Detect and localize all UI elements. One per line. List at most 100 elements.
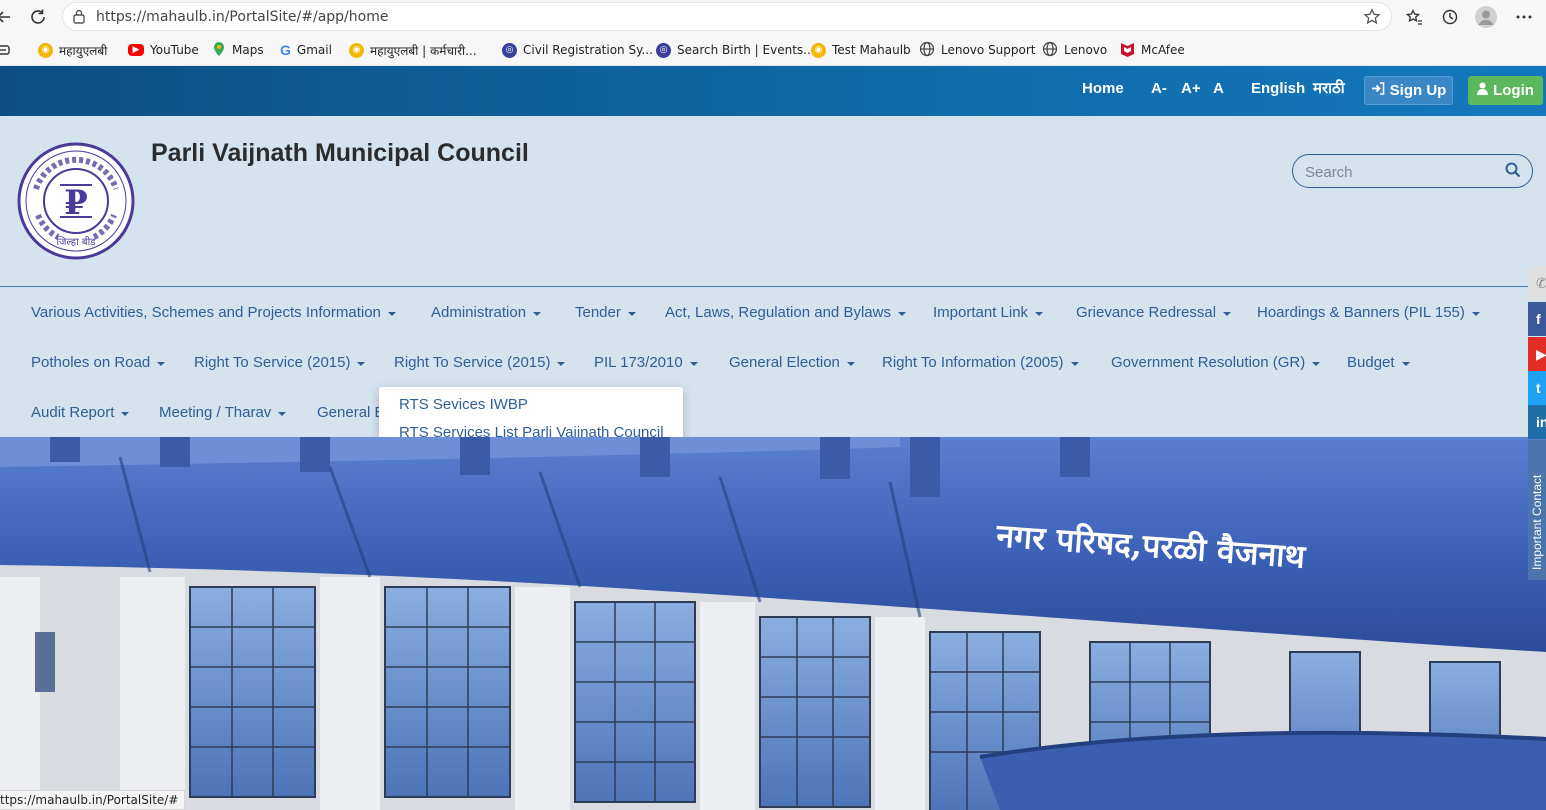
nav-audit-report[interactable]: Audit Report: [31, 404, 130, 421]
bookmark-lenovo[interactable]: Lenovo: [1042, 41, 1107, 59]
profile-avatar-icon[interactable]: [1474, 5, 1498, 29]
nav-meeting-tharav[interactable]: Meeting / Tharav: [159, 404, 287, 421]
bookmark-search-birth[interactable]: ◎ Search Birth | Events...: [656, 41, 815, 59]
hero-building-image: नगर परिषद,परळी वैजनाथ: [0, 437, 1546, 810]
caret-down-icon: [533, 311, 542, 316]
twitter-glyph: t: [1536, 380, 1541, 396]
bookmarks-bar: ◉ महायुएलबी ▶ YouTube Maps G Gmail ◉ महा…: [0, 34, 1546, 66]
nav-right-to-service-1[interactable]: Right To Service (2015): [194, 354, 366, 371]
browser-toolbar: https://mahaulb.in/PortalSite/#/app/home: [0, 0, 1546, 34]
nav-label: Right To Service (2015): [394, 354, 551, 371]
bookmark-civil-registration[interactable]: ◎ Civil Registration Sy...: [502, 41, 653, 59]
mcafee-icon: [1120, 41, 1135, 60]
nav-important-link[interactable]: Important Link: [933, 304, 1044, 321]
bookmark-label: Civil Registration Sy...: [523, 43, 653, 57]
signup-label: Sign Up: [1389, 82, 1447, 99]
nav-label: Important Link: [933, 304, 1029, 321]
caret-down-icon: [387, 311, 396, 316]
sign-in-arrow-icon: [1371, 82, 1385, 99]
browser-status-url: ttps://mahaulb.in/PortalSite/#: [0, 790, 186, 810]
crs-icon: ◎: [656, 42, 671, 58]
dropdown-item-rts-iwbp[interactable]: RTS Sevices IWBP: [399, 396, 528, 413]
nav-label: Right To Service (2015): [194, 354, 351, 371]
nav-label: Government Resolution (GR): [1111, 354, 1306, 371]
facebook-icon[interactable]: f: [1528, 302, 1546, 336]
nav-hoardings-banners[interactable]: Hoardings & Banners (PIL 155): [1257, 304, 1480, 321]
bookmark-gmail[interactable]: G Gmail: [280, 41, 332, 59]
bookmark-test-mahaulb[interactable]: ◉ Test Mahaulb: [811, 41, 911, 59]
nav-label: Potholes on Road: [31, 354, 151, 371]
nav-label: Act, Laws, Regulation and Bylaws: [665, 304, 891, 321]
bookmark-label: Gmail: [296, 43, 332, 57]
refresh-icon[interactable]: [26, 5, 50, 29]
address-url[interactable]: https://mahaulb.in/PortalSite/#/app/home: [96, 9, 388, 25]
bookmarks-overflow-icon[interactable]: [0, 41, 10, 59]
font-decrease-button[interactable]: A-: [1151, 80, 1167, 97]
caret-down-icon: [278, 411, 287, 416]
caret-down-icon: [897, 311, 906, 316]
font-increase-button[interactable]: A+: [1181, 80, 1201, 97]
site-header: जिल्हा बीड ₽ Parli Vaijnath Municipal Co…: [0, 116, 1546, 286]
nav-right-to-service-2[interactable]: Right To Service (2015): [394, 354, 566, 371]
linkedin-icon[interactable]: in: [1528, 405, 1546, 439]
bookmark-youtube[interactable]: ▶ YouTube: [128, 41, 199, 59]
youtube-icon[interactable]: ▶: [1528, 337, 1546, 371]
nav-right-to-information[interactable]: Right To Information (2005): [882, 354, 1079, 371]
bookmark-label: Maps: [232, 43, 264, 57]
bookmark-lenovo-support[interactable]: Lenovo Support: [919, 41, 1036, 59]
nav-general-body[interactable]: General E: [317, 404, 385, 421]
lock-icon[interactable]: [72, 9, 86, 29]
twitter-icon[interactable]: t: [1528, 371, 1546, 405]
nav-potholes-on-road[interactable]: Potholes on Road: [31, 354, 166, 371]
nav-administration[interactable]: Administration: [431, 304, 542, 321]
nav-pil-173[interactable]: PIL 173/2010: [594, 354, 698, 371]
bookmark-maps[interactable]: Maps: [212, 41, 264, 59]
bookmark-mcafee[interactable]: McAfee: [1120, 41, 1185, 59]
caret-down-icon: [557, 361, 566, 366]
nav-act-laws[interactable]: Act, Laws, Regulation and Bylaws: [665, 304, 906, 321]
globe-icon: [919, 41, 935, 60]
language-marathi-link[interactable]: मराठी: [1313, 78, 1345, 98]
login-button[interactable]: Login: [1468, 76, 1543, 105]
favorite-star-icon[interactable]: [1363, 8, 1381, 31]
bookmark-label: Lenovo: [1064, 43, 1108, 57]
font-reset-button[interactable]: A: [1213, 80, 1224, 97]
history-icon[interactable]: [1438, 5, 1462, 29]
bookmark-label: महायुएलबी: [59, 43, 108, 58]
municipal-council-logo[interactable]: जिल्हा बीड ₽: [16, 141, 136, 261]
nav-label: Grievance Redressal: [1076, 304, 1217, 321]
search-box[interactable]: [1292, 154, 1533, 188]
back-arrow-icon[interactable]: [0, 5, 16, 29]
youtube-glyph: ▶: [1536, 345, 1546, 362]
address-bar[interactable]: https://mahaulb.in/PortalSite/#/app/home: [62, 2, 1392, 31]
search-icon[interactable]: [1505, 162, 1521, 183]
nav-general-election[interactable]: General Election: [729, 354, 855, 371]
more-menu-icon[interactable]: [1512, 5, 1536, 29]
language-english-link[interactable]: English: [1251, 80, 1305, 97]
important-contact-tab[interactable]: Important Contact: [1528, 440, 1546, 580]
nav-various-activities[interactable]: Various Activities, Schemes and Projects…: [31, 304, 396, 321]
phone-icon[interactable]: ✆: [1528, 266, 1546, 300]
nav-label: Audit Report: [31, 404, 115, 421]
nav-tender[interactable]: Tender: [575, 304, 636, 321]
caret-down-icon: [1070, 361, 1079, 366]
bookmark-mahaulb-employee[interactable]: ◉ महायुएलबी | कर्मचारी...: [349, 41, 477, 59]
nav-grievance-redressal[interactable]: Grievance Redressal: [1076, 304, 1232, 321]
nav-label: Meeting / Tharav: [159, 404, 272, 421]
nav-budget[interactable]: Budget: [1347, 354, 1410, 371]
caret-down-icon: [1035, 311, 1044, 316]
search-input[interactable]: [1305, 162, 1495, 182]
google-icon: G: [280, 42, 291, 58]
nav-label: Right To Information (2005): [882, 354, 1064, 371]
caret-down-icon: [157, 361, 166, 366]
favorites-icon[interactable]: [1402, 5, 1426, 29]
main-navigation: Various Activities, Schemes and Projects…: [0, 286, 1546, 437]
caret-down-icon: [1312, 361, 1321, 366]
caret-down-icon: [1401, 361, 1410, 366]
bookmark-mahaulb[interactable]: ◉ महायुएलबी: [38, 41, 107, 59]
crs-icon: ◎: [502, 42, 517, 58]
mahaulb-icon: ◉: [349, 42, 364, 58]
signup-button[interactable]: Sign Up: [1364, 76, 1453, 105]
nav-government-resolution[interactable]: Government Resolution (GR): [1111, 354, 1321, 371]
home-link[interactable]: Home: [1082, 80, 1124, 97]
